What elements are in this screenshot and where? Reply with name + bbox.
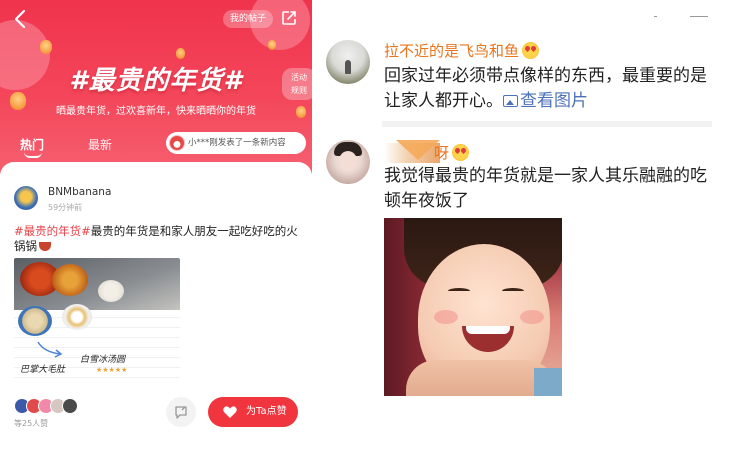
avatar[interactable] xyxy=(326,40,370,84)
view-image-label: 查看图片 xyxy=(520,91,588,111)
like-button-label: 为Ta点赞 xyxy=(246,406,287,417)
lantern-decoration xyxy=(268,40,276,50)
post-hashtag[interactable]: #最贵的年货# xyxy=(14,224,91,238)
photo-eye xyxy=(448,288,470,294)
tab-hot[interactable]: 热门 xyxy=(20,136,44,153)
topic-title: #最贵的年货# xyxy=(69,66,243,96)
comment-divider xyxy=(382,121,712,127)
rules-label-line2: 规则 xyxy=(291,86,307,95)
view-image-link[interactable]: 查看图片 xyxy=(503,91,588,111)
photo-eye xyxy=(502,288,524,294)
author-name[interactable]: BNMbanana xyxy=(48,186,111,198)
my-posts-button[interactable]: 我的帖子 xyxy=(223,10,273,28)
photo-shirt xyxy=(534,368,562,396)
emoji-heart-eyes-icon xyxy=(452,144,470,161)
commenter-name-text: 呀 xyxy=(434,144,450,162)
photo-label-tripe: 巴掌大毛肚 xyxy=(20,365,66,375)
tab-active-indicator xyxy=(24,152,42,158)
heart-icon xyxy=(223,406,237,418)
activity-rules-button[interactable]: 活动 规则 xyxy=(282,68,312,100)
commenter-name-text: 拉不近的是飞鸟和鱼 xyxy=(384,42,520,60)
topic-banner: 我的帖子 #最贵的年货# 晒最贵年货，过欢喜新年，快来晒晒你的年货 活动 规则 … xyxy=(0,0,312,175)
photo-cheek xyxy=(434,310,458,324)
post-card: BNMbanana 59分钟前 #最贵的年货#最贵的年货是和家人朋友一起吃好吃的… xyxy=(0,162,312,474)
comment-photo[interactable] xyxy=(384,218,562,396)
commenter-name[interactable]: 拉不近的是飞鸟和鱼 xyxy=(384,40,540,61)
menu-line-icon[interactable] xyxy=(690,16,708,17)
hotpot-right xyxy=(52,264,88,296)
avatar xyxy=(169,135,185,151)
comments-panel: 拉不近的是飞鸟和鱼 回家过年必须带点像样的东西，最重要的是让家人都开心。 查看图片… xyxy=(312,0,730,474)
image-icon xyxy=(503,95,518,107)
arrow-icon xyxy=(37,341,63,358)
post-text: #最贵的年货#最贵的年货是和家人朋友一起吃好吃的火锅锅 xyxy=(14,224,304,254)
topic-page: 我的帖子 #最贵的年货# 晒最贵年货，过欢喜新年，快来晒晒你的年货 活动 规则 … xyxy=(0,0,312,474)
emoji-heart-eyes-icon xyxy=(522,42,540,59)
post-time: 59分钟前 xyxy=(48,203,83,212)
status-indicator xyxy=(654,16,657,17)
photo-stars: ★★★★★ xyxy=(96,366,128,374)
photo-teeth xyxy=(466,326,510,334)
liked-count: 等25人赞 xyxy=(14,419,49,428)
liker-avatars[interactable] xyxy=(14,398,94,414)
hotpot-emoji-icon xyxy=(39,242,51,251)
comment-text: 回家过年必须带点像样的东西，最重要的是让家人都开心。 查看图片 xyxy=(384,64,720,114)
photo-cheek xyxy=(520,310,544,324)
avatar-face xyxy=(339,151,357,171)
avatar xyxy=(62,398,78,414)
ticker-text: 小***刚发表了一条新内容 xyxy=(188,138,286,148)
new-content-ticker[interactable]: 小***刚发表了一条新内容 xyxy=(166,132,306,154)
share-icon[interactable] xyxy=(280,9,298,27)
back-arrow-icon[interactable] xyxy=(10,8,32,30)
comment-text: 我觉得最贵的年货就是一家人其乐融融的吃顿年夜饭了 xyxy=(384,166,707,211)
bowl xyxy=(98,280,124,302)
topic-subtitle: 晒最贵年货，过欢喜新年，快来晒晒你的年货 xyxy=(56,106,256,117)
commenter-name[interactable]: 呀 xyxy=(434,142,470,163)
lantern-decoration xyxy=(40,40,52,54)
tab-latest[interactable]: 最新 xyxy=(88,136,112,153)
avatar[interactable] xyxy=(326,140,370,184)
like-button[interactable]: 为Ta点赞 xyxy=(208,397,298,427)
lantern-decoration xyxy=(176,48,185,59)
rules-label-line1: 活动 xyxy=(291,73,307,82)
post-photo[interactable]: 白雪冰汤圆 巴掌大毛肚 ★★★★★ xyxy=(14,258,180,380)
dumpling-plate xyxy=(62,304,92,330)
comment-button[interactable] xyxy=(166,397,196,427)
comment-icon xyxy=(175,406,187,419)
avatar-figure xyxy=(345,60,351,74)
author-avatar[interactable] xyxy=(14,186,38,210)
tripe-plate xyxy=(18,306,52,336)
photo-label-dumpling: 白雪冰汤圆 xyxy=(80,355,126,365)
